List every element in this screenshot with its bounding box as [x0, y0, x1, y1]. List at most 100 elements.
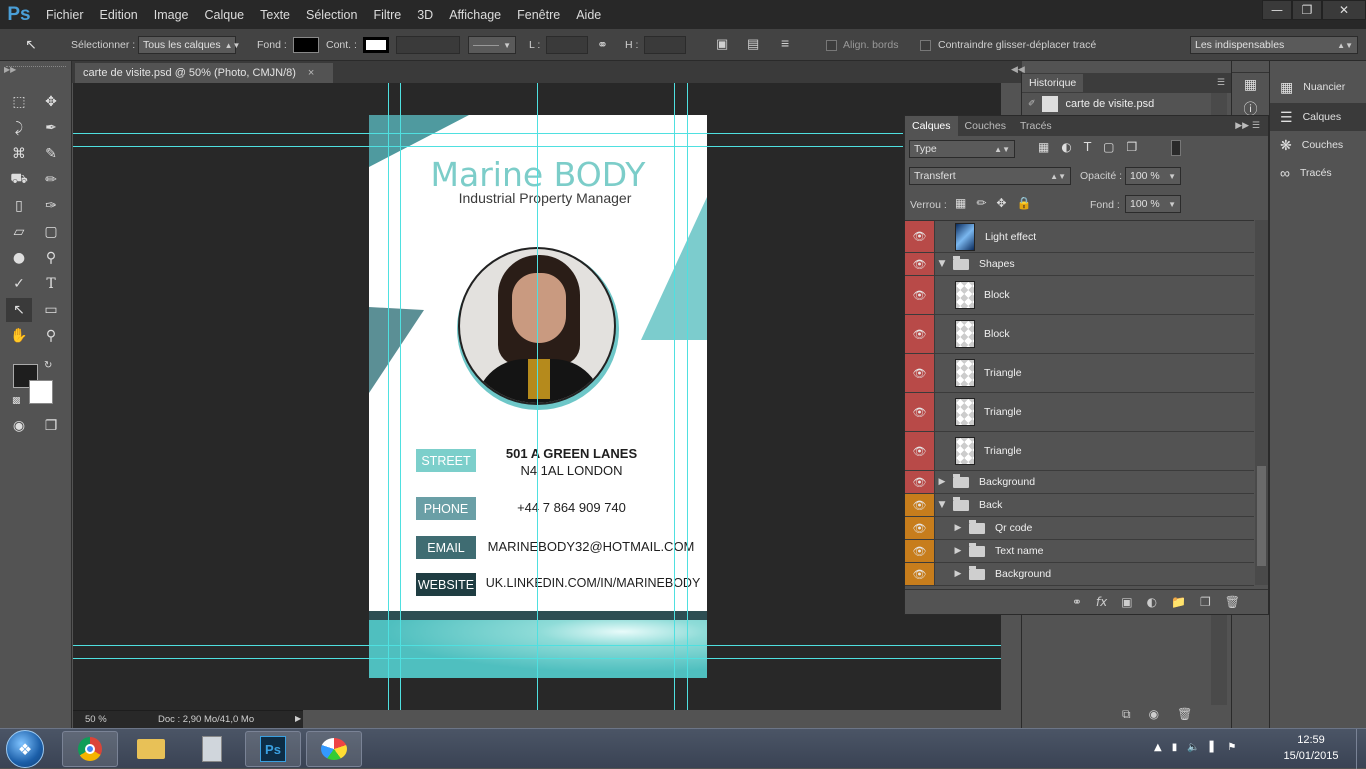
paint-icon[interactable]	[306, 731, 362, 767]
layer-row-back-group[interactable]: 👁 ▼ Back	[905, 494, 1254, 517]
properties-panel-icon[interactable]: ▦	[1232, 73, 1269, 97]
workspace-dropdown[interactable]: Les indispensables ▲▼	[1190, 36, 1358, 54]
guide-horizontal[interactable]	[73, 645, 1001, 646]
lock-pixels-icon[interactable]: ✏	[976, 196, 986, 210]
history-tab[interactable]: Historique	[1022, 74, 1084, 92]
adjustment-layer-icon[interactable]: ◐	[1147, 595, 1157, 609]
filter-adjustment-icon[interactable]: ◐	[1061, 140, 1071, 154]
crop-tool-icon[interactable]: ⌘	[6, 142, 32, 166]
quick-selection-icon[interactable]: ✒	[38, 116, 64, 140]
history-item[interactable]: carte de visite.psd	[1066, 98, 1155, 110]
constrain-checkbox[interactable]	[920, 40, 931, 51]
hand-tool-icon[interactable]: ✋	[6, 324, 32, 348]
zoom-level[interactable]: 50 %	[85, 714, 107, 725]
chrome-icon[interactable]	[62, 731, 118, 767]
flag-icon[interactable]: ⚑	[1227, 742, 1236, 753]
visibility-eye-icon[interactable]: 👁	[905, 221, 935, 252]
link-layers-icon[interactable]: ⚭	[1072, 595, 1082, 609]
eyedropper-tool-icon[interactable]: ✎	[38, 142, 64, 166]
layer-row-block[interactable]: 👁 Block	[905, 315, 1254, 354]
menu-texte[interactable]: Texte	[252, 8, 298, 22]
blur-tool-icon[interactable]: ●	[6, 246, 32, 270]
history-menu-icon[interactable]: ☰	[1217, 78, 1225, 88]
layer-row-text-name-group[interactable]: 👁 ▶ Text name	[905, 540, 1254, 563]
photoshop-icon[interactable]: Ps	[245, 731, 301, 767]
menu-aide[interactable]: Aide	[568, 8, 609, 22]
visibility-eye-icon[interactable]: 👁	[905, 354, 935, 392]
menu-3d[interactable]: 3D	[409, 8, 441, 22]
layer-row-shapes-group[interactable]: 👁 ▼ Shapes	[905, 253, 1254, 276]
brush-tool-icon[interactable]: ✏	[38, 168, 64, 192]
expand-triangle-icon[interactable]: ▶	[951, 569, 965, 579]
swap-colors-icon[interactable]: ↻	[44, 360, 52, 371]
menu-fichier[interactable]: Fichier	[38, 8, 92, 22]
expand-triangle-icon[interactable]: ▶	[935, 477, 949, 487]
eraser-tool-icon[interactable]: ▱	[6, 220, 32, 244]
visibility-eye-icon[interactable]: 👁	[905, 563, 935, 585]
layers-menu-icon[interactable]: ▶▶ ☰	[1235, 121, 1260, 131]
contour-swatch[interactable]	[363, 37, 389, 53]
path-selection-icon[interactable]: ↖	[6, 298, 32, 322]
visibility-eye-icon[interactable]: 👁	[905, 471, 935, 493]
dodge-tool-icon[interactable]: ⚲	[38, 246, 64, 270]
guide-horizontal[interactable]	[73, 133, 903, 134]
show-hidden-icons-icon[interactable]: ▲	[1154, 742, 1162, 753]
layer-row-light-effect[interactable]: 👁 Light effect	[905, 221, 1254, 253]
expand-triangle-icon[interactable]: ▶	[951, 523, 965, 533]
align-edges-checkbox[interactable]	[826, 40, 837, 51]
opacity-field[interactable]: 100 % ▼	[1125, 167, 1181, 185]
volume-icon[interactable]: 🔈	[1187, 742, 1199, 753]
visibility-eye-icon[interactable]: 👁	[905, 432, 935, 470]
screen-mode-icon[interactable]: ❐	[38, 414, 64, 438]
layer-style-fx-icon[interactable]: fx	[1096, 595, 1107, 609]
marquee-tool-icon[interactable]: ⬚	[6, 90, 32, 114]
guide-vertical[interactable]	[687, 83, 688, 710]
filter-pixel-icon[interactable]: ▦	[1038, 140, 1049, 154]
network-icon[interactable]: ▌	[1210, 742, 1218, 753]
horizontal-scrollbar[interactable]	[303, 710, 1001, 728]
stamp-tool-icon[interactable]: ▯	[6, 194, 32, 218]
guide-horizontal[interactable]	[73, 146, 903, 147]
path-operations-icon[interactable]: ▣	[716, 36, 728, 52]
menu-calque[interactable]: Calque	[197, 8, 253, 22]
windows-start-icon[interactable]: ❖	[6, 730, 44, 768]
filter-smart-object-icon[interactable]: ❐	[1127, 140, 1138, 154]
layer-row-triangle[interactable]: 👁 Triangle	[905, 354, 1254, 393]
guide-vertical[interactable]	[537, 83, 538, 710]
collapse-triangle-icon[interactable]: ▼	[935, 259, 949, 269]
filter-shape-icon[interactable]: ▢	[1103, 140, 1114, 154]
visibility-eye-icon[interactable]: 👁	[905, 276, 935, 314]
expand-triangle-icon[interactable]: ▶	[951, 546, 965, 556]
menu-filtre[interactable]: Filtre	[365, 8, 409, 22]
gradient-tool-icon[interactable]: ▢	[38, 220, 64, 244]
lock-position-icon[interactable]: ✥	[996, 196, 1006, 210]
visibility-eye-icon[interactable]: 👁	[905, 393, 935, 431]
restore-icon[interactable]: ❐	[1292, 0, 1322, 20]
fond-swatch[interactable]	[293, 37, 319, 53]
battery-icon[interactable]: ▮	[1172, 742, 1178, 753]
pen-tool-icon[interactable]: ✓	[6, 272, 32, 296]
layer-row-qr-code-group[interactable]: 👁 ▶ Qr code	[905, 517, 1254, 540]
blend-mode-dropdown[interactable]: Transfert ▲▼	[909, 167, 1071, 185]
lasso-tool-icon[interactable]: ⤸	[6, 116, 32, 140]
menu-fenetre[interactable]: Fenêtre	[509, 8, 568, 22]
default-colors-icon[interactable]: ▩	[12, 396, 21, 406]
show-desktop-button[interactable]	[1356, 729, 1366, 769]
filter-toggle[interactable]	[1171, 140, 1181, 156]
visibility-eye-icon[interactable]: 👁	[905, 540, 935, 562]
lock-all-icon[interactable]: 🔒	[1016, 196, 1031, 210]
menu-selection[interactable]: Sélection	[298, 8, 365, 22]
filter-type-icon[interactable]: T	[1084, 140, 1091, 154]
visibility-eye-icon[interactable]: 👁	[905, 494, 935, 516]
type-tool-icon[interactable]: T	[38, 272, 64, 296]
add-mask-icon[interactable]: ▣	[1121, 595, 1132, 609]
path-align-icon[interactable]: ▤	[747, 36, 759, 52]
dock-nuancier[interactable]: ▦ Nuancier	[1270, 73, 1366, 101]
guide-vertical[interactable]	[674, 83, 675, 710]
guide-vertical[interactable]	[388, 83, 389, 710]
toolbar-collapse-icon[interactable]: ▶▶	[4, 65, 16, 74]
path-arrange-icon[interactable]: ≡	[781, 35, 789, 51]
background-color-swatch[interactable]	[29, 380, 53, 404]
zoom-tool-icon[interactable]: ⚲	[38, 324, 64, 348]
stroke-width-field[interactable]	[396, 36, 460, 54]
